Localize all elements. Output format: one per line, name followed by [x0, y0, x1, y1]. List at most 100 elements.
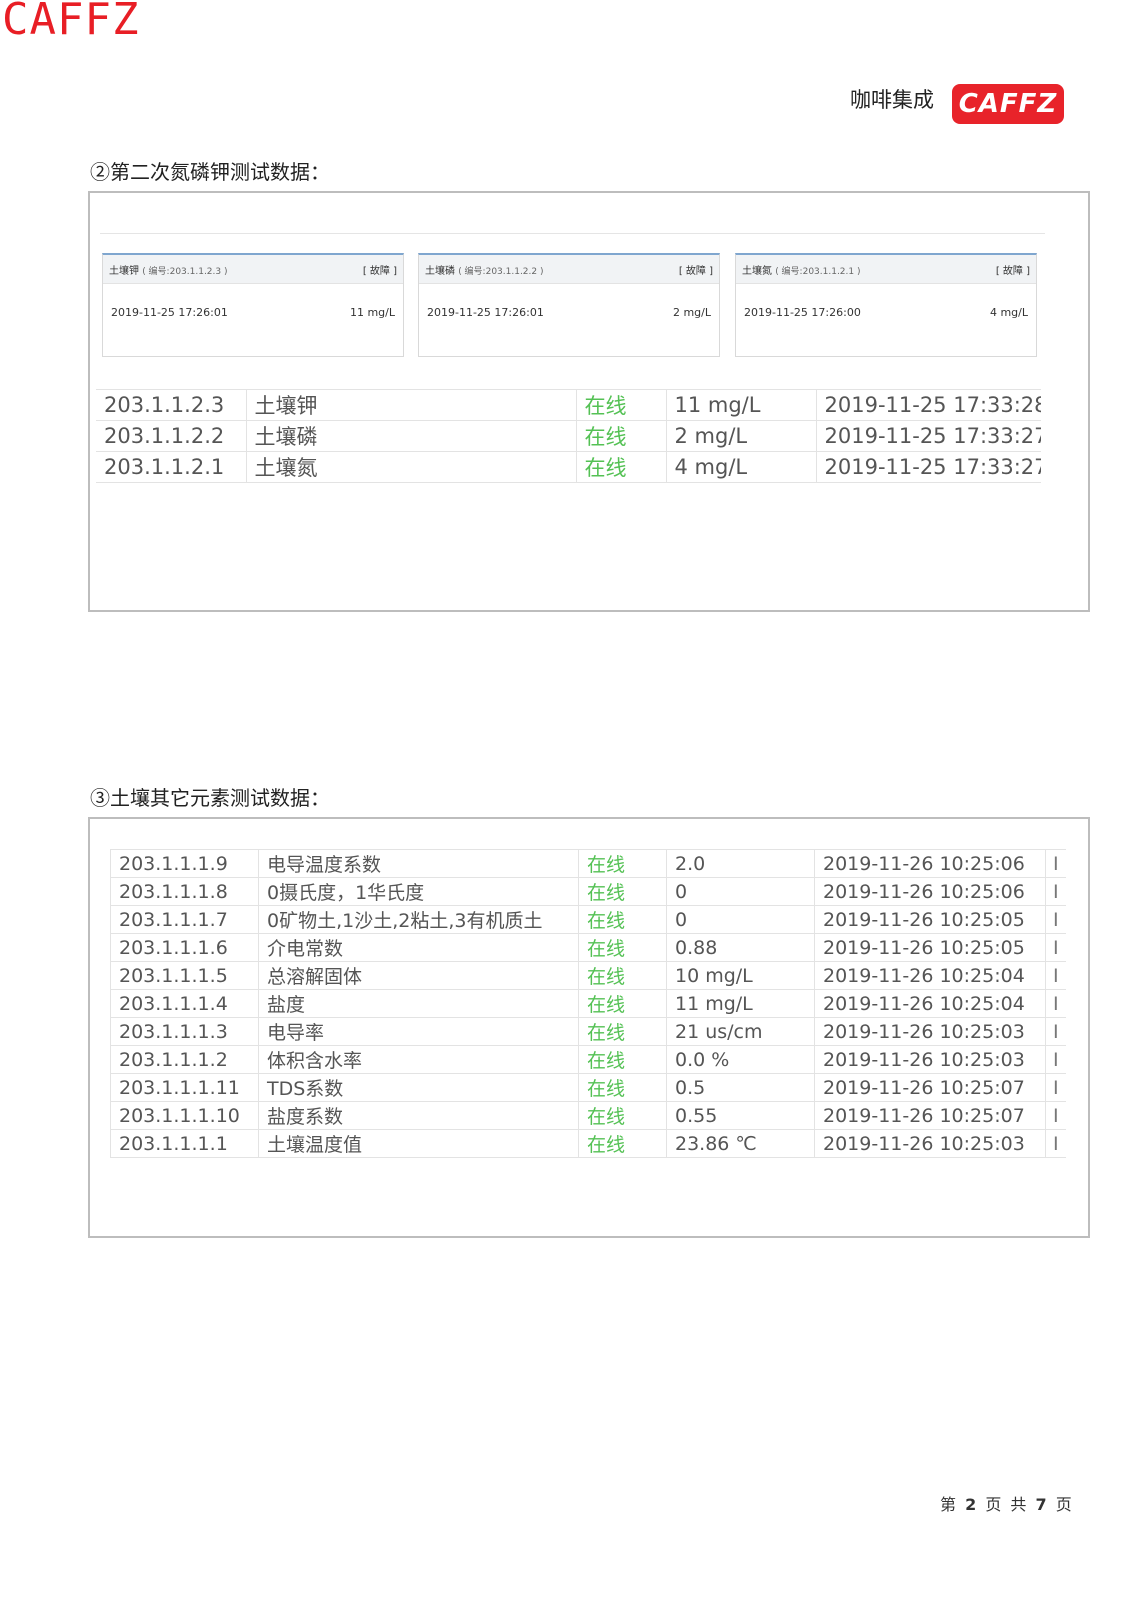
- cell-name: 土壤氮: [246, 451, 577, 483]
- card-header: 土壤钾 ( 编号:203.1.1.2.3 ) [ 故障 ]: [103, 255, 403, 284]
- cell-truncated: I: [1045, 1017, 1066, 1046]
- card-status[interactable]: [ 故障 ]: [679, 262, 713, 277]
- sensor-card-phosphorus[interactable]: 土壤磷 ( 编号:203.1.1.2.2 ) [ 故障 ] 2019-11-25…: [418, 253, 720, 357]
- section-title-npk: ②第二次氮磷钾测试数据：: [90, 160, 330, 184]
- cell-id: 203.1.1.2.1: [96, 451, 247, 483]
- cell-status: 在线: [578, 1045, 667, 1074]
- cell-truncated: I: [1045, 961, 1066, 990]
- sensor-card-potassium[interactable]: 土壤钾 ( 编号:203.1.1.2.3 ) [ 故障 ] 2019-11-25…: [102, 253, 404, 357]
- card-status[interactable]: [ 故障 ]: [363, 262, 397, 277]
- cell-value: 2 mg/L: [666, 420, 817, 452]
- cell-time: 2019-11-26 10:25:05: [814, 933, 1046, 962]
- sensor-card-nitrogen[interactable]: 土壤氮 ( 编号:203.1.1.2.1 ) [ 故障 ] 2019-11-25…: [735, 253, 1037, 357]
- table-row[interactable]: 203.1.1.1.1 土壤温度值 在线 23.86 ℃ 2019-11-26 …: [110, 1129, 1066, 1158]
- divider: [100, 233, 1045, 234]
- table-row[interactable]: 203.1.1.1.4 盐度 在线 11 mg/L 2019-11-26 10:…: [110, 989, 1066, 1018]
- cell-name: TDS系数: [258, 1073, 579, 1102]
- cell-value: 0.55: [666, 1101, 815, 1130]
- cell-name: 介电常数: [258, 933, 579, 962]
- cell-id: 203.1.1.1.5: [110, 961, 259, 990]
- card-status[interactable]: [ 故障 ]: [996, 262, 1030, 277]
- cell-name: 盐度: [258, 989, 579, 1018]
- table-row[interactable]: 203.1.1.1.3 电导率 在线 21 us/cm 2019-11-26 1…: [110, 1017, 1066, 1046]
- section-title-other-elements: ③土壤其它元素测试数据：: [90, 786, 330, 810]
- screenshot-frame-other: 203.1.1.1.9 电导温度系数 在线 2.0 2019-11-26 10:…: [88, 817, 1090, 1238]
- cell-time: 2019-11-26 10:25:07: [814, 1101, 1046, 1130]
- cell-time: 2019-11-26 10:25:03: [814, 1129, 1046, 1158]
- cell-time: 2019-11-26 10:25:04: [814, 989, 1046, 1018]
- cell-time: 2019-11-26 10:25:07: [814, 1073, 1046, 1102]
- cell-status: 在线: [578, 877, 667, 906]
- cell-truncated: I: [1045, 877, 1066, 906]
- cell-name: 电导率: [258, 1017, 579, 1046]
- cell-id: 203.1.1.1.2: [110, 1045, 259, 1074]
- card-value: 2 mg/L: [672, 306, 711, 319]
- cell-status: 在线: [576, 451, 667, 483]
- page-footer: 第 2 页 共 7 页: [940, 1491, 1072, 1515]
- cell-id: 203.1.1.1.3: [110, 1017, 259, 1046]
- cell-time: 2019-11-25 17:33:27: [816, 420, 1041, 452]
- cell-name: 总溶解固体: [258, 961, 579, 990]
- card-name: 土壤磷: [425, 265, 455, 277]
- page-total: 7: [1035, 1495, 1047, 1514]
- card-value: 4 mg/L: [989, 306, 1028, 319]
- device-table-other: 203.1.1.1.9 电导温度系数 在线 2.0 2019-11-26 10:…: [110, 849, 1066, 1158]
- cell-status: 在线: [578, 1101, 667, 1130]
- cell-truncated: I: [1045, 989, 1066, 1018]
- cell-status: 在线: [578, 989, 667, 1018]
- cell-id: 203.1.1.1.1: [110, 1129, 259, 1158]
- cell-id: 203.1.1.1.8: [110, 877, 259, 906]
- cell-name: 电导温度系数: [258, 849, 579, 878]
- cell-name: 体积含水率: [258, 1045, 579, 1074]
- cell-name: 土壤钾: [246, 389, 577, 421]
- footer-prefix: 第: [940, 1495, 957, 1514]
- brand-logo-text: CAFFZ: [958, 89, 1058, 119]
- cell-status: 在线: [576, 420, 667, 452]
- cell-truncated: I: [1045, 905, 1066, 934]
- cell-time: 2019-11-26 10:25:05: [814, 905, 1046, 934]
- cell-id: 203.1.1.1.11: [110, 1073, 259, 1102]
- cell-id: 203.1.1.2.3: [96, 389, 247, 421]
- cell-status: 在线: [578, 1129, 667, 1158]
- cell-value: 11 mg/L: [666, 389, 817, 421]
- table-row[interactable]: 203.1.1.1.9 电导温度系数 在线 2.0 2019-11-26 10:…: [110, 849, 1066, 878]
- cell-name: 土壤温度值: [258, 1129, 579, 1158]
- device-table-npk: 203.1.1.2.3 土壤钾 在线 11 mg/L 2019-11-25 17…: [96, 389, 1041, 483]
- table-row[interactable]: 203.1.1.1.2 体积含水率 在线 0.0 % 2019-11-26 10…: [110, 1045, 1066, 1074]
- cell-name: 盐度系数: [258, 1101, 579, 1130]
- card-body: 2019-11-25 17:26:01 2 mg/L: [419, 284, 719, 319]
- screenshot-frame-npk: 土壤钾 ( 编号:203.1.1.2.3 ) [ 故障 ] 2019-11-25…: [88, 191, 1090, 612]
- cell-time: 2019-11-25 17:33:27: [816, 451, 1041, 483]
- table-row[interactable]: 203.1.1.1.11 TDS系数 在线 0.5 2019-11-26 10:…: [110, 1073, 1066, 1102]
- cell-status: 在线: [578, 849, 667, 878]
- cell-value: 23.86 ℃: [666, 1129, 815, 1158]
- page-number: 2: [965, 1495, 977, 1514]
- cell-value: 2.0: [666, 849, 815, 878]
- cell-status: 在线: [578, 905, 667, 934]
- table-row[interactable]: 203.1.1.1.7 0矿物土,1沙土,2粘土,3有机质土 在线 0 2019…: [110, 905, 1066, 934]
- footer-suffix: 页: [1055, 1495, 1072, 1514]
- cell-truncated: I: [1045, 933, 1066, 962]
- card-name: 土壤钾: [109, 265, 139, 277]
- cell-time: 2019-11-26 10:25:04: [814, 961, 1046, 990]
- table-row[interactable]: 203.1.1.2.2 土壤磷 在线 2 mg/L 2019-11-25 17:…: [96, 420, 1041, 452]
- cell-truncated: I: [1045, 1073, 1066, 1102]
- table-row[interactable]: 203.1.1.2.3 土壤钾 在线 11 mg/L 2019-11-25 17…: [96, 389, 1041, 421]
- table-row[interactable]: 203.1.1.1.6 介电常数 在线 0.88 2019-11-26 10:2…: [110, 933, 1066, 962]
- cell-value: 0: [666, 877, 815, 906]
- table-row[interactable]: 203.1.1.1.10 盐度系数 在线 0.55 2019-11-26 10:…: [110, 1101, 1066, 1130]
- card-value: 11 mg/L: [349, 306, 395, 319]
- cell-time: 2019-11-26 10:25:06: [814, 849, 1046, 878]
- cell-time: 2019-11-26 10:25:06: [814, 877, 1046, 906]
- cell-value: 0.88: [666, 933, 815, 962]
- cell-truncated: I: [1045, 1101, 1066, 1130]
- cell-id: 203.1.1.1.9: [110, 849, 259, 878]
- cell-time: 2019-11-25 17:33:28: [816, 389, 1041, 421]
- table-row[interactable]: 203.1.1.1.5 总溶解固体 在线 10 mg/L 2019-11-26 …: [110, 961, 1066, 990]
- table-row[interactable]: 203.1.1.1.8 0摄氏度，1华氏度 在线 0 2019-11-26 10…: [110, 877, 1066, 906]
- cell-status: 在线: [578, 1073, 667, 1102]
- cell-id: 203.1.1.2.2: [96, 420, 247, 452]
- table-row[interactable]: 203.1.1.2.1 土壤氮 在线 4 mg/L 2019-11-25 17:…: [96, 451, 1041, 483]
- footer-middle: 页 共: [985, 1495, 1027, 1514]
- card-header: 土壤氮 ( 编号:203.1.1.2.1 ) [ 故障 ]: [736, 255, 1036, 284]
